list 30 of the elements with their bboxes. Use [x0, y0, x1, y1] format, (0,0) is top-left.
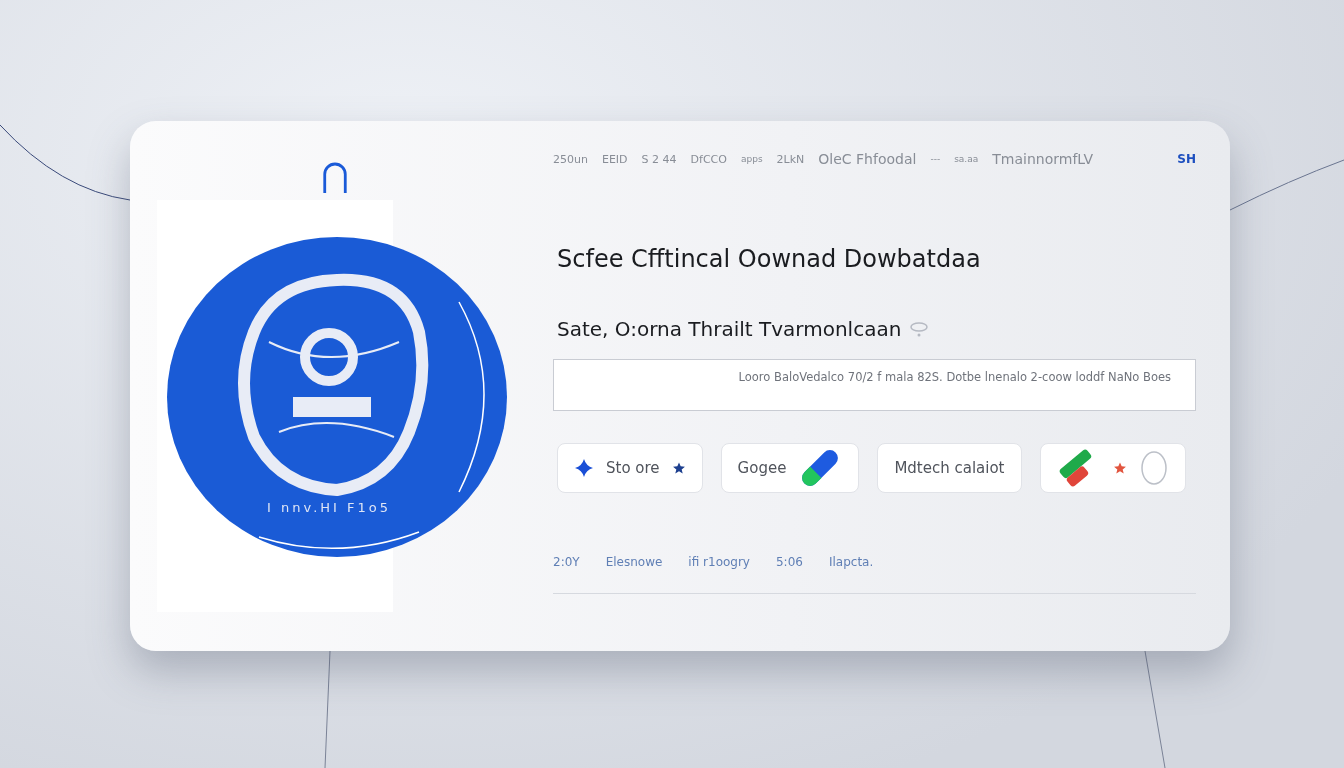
footer-link[interactable]: 5:06: [776, 555, 803, 569]
pin-icon: [909, 321, 930, 337]
option-button[interactable]: Gogee: [720, 443, 860, 493]
nav-link[interactable]: sa.aa: [954, 154, 979, 164]
nav-link[interactable]: 2LkN: [776, 152, 805, 166]
subheading: Sate, O:orna Thrailt Tvarmonlcaan: [557, 317, 902, 341]
diamond-icon: [574, 458, 594, 478]
nav-link[interactable]: OleC Fhfoodal: [818, 151, 917, 167]
star-icon: [671, 461, 686, 475]
option-button[interactable]: Mdtech calaiot: [877, 443, 1022, 493]
footer-link[interactable]: ifi r1oogry: [688, 555, 750, 569]
nav-link[interactable]: 250un: [553, 152, 588, 166]
footer-link[interactable]: Elesnowe: [605, 555, 663, 569]
footer-link[interactable]: Ilapcta.: [828, 555, 874, 569]
option-button[interactable]: [1039, 443, 1186, 493]
nav-badge[interactable]: SH: [1177, 152, 1196, 166]
nav-link[interactable]: S 2 44: [641, 152, 677, 166]
nav-link[interactable]: apps: [740, 154, 763, 164]
option-button[interactable]: Sto ore: [557, 443, 703, 493]
footer-link[interactable]: 2:0Y: [553, 555, 580, 569]
input-field[interactable]: Looro BaloVedalco 70/2 f mala 82S. Dotbe lnenalo 2-coow loddf NaNo Boes: [553, 359, 1196, 411]
emblem-caption: I nnv.HI F1o5: [267, 500, 391, 515]
nav-link[interactable]: ---: [930, 154, 941, 164]
page-heading: Scfee Cfftincal Oownad Dowbatdaa: [557, 245, 982, 273]
star-icon: [1112, 461, 1127, 475]
clip-icon: [321, 161, 349, 195]
nav-link[interactable]: DfCCO: [690, 152, 727, 166]
nav-link[interactable]: TmainnormfLV: [992, 151, 1094, 167]
circle-outline-icon: [1138, 450, 1169, 486]
nav-link[interactable]: EEID: [601, 152, 628, 166]
